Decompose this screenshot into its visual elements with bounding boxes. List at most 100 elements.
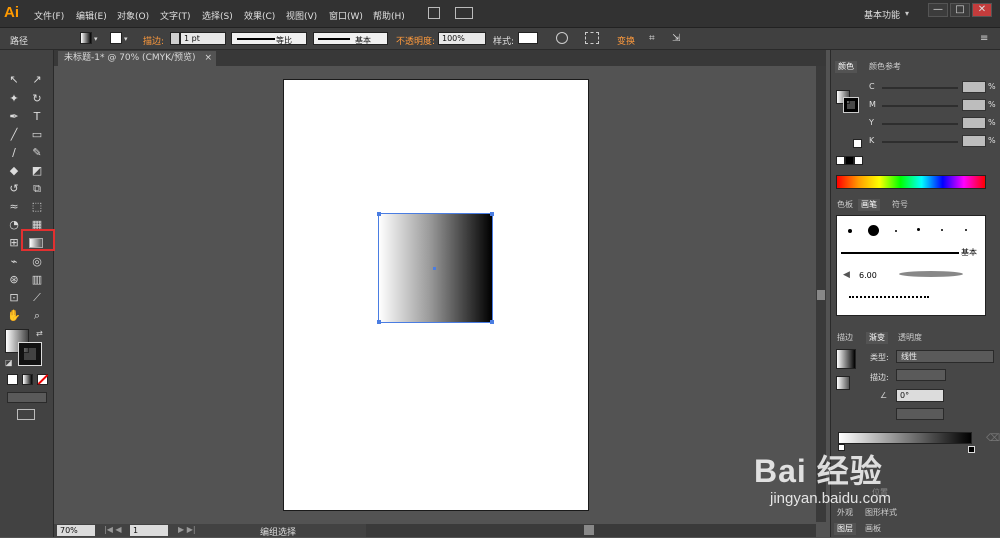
menu-object[interactable]: 对象(O) [117,9,149,22]
stroke-swatch[interactable] [110,32,122,44]
aspect-ratio-field[interactable] [896,408,944,420]
paintbrush-icon[interactable]: ∕ [6,145,22,161]
white-swatch[interactable] [854,156,863,165]
opacity-field[interactable]: 100% [438,32,486,45]
menu-edit[interactable]: 编辑(E) [76,9,107,22]
blob-brush-icon[interactable]: ◆ [6,163,22,179]
tab-layers[interactable]: 图层 [834,523,856,535]
tab-brushes[interactable]: 画笔 [858,199,880,211]
draw-mode-icons[interactable] [7,392,47,403]
graphic-style-swatch[interactable] [518,32,538,44]
align-icon[interactable] [585,32,599,44]
gradient-angle-field[interactable]: 0° [896,389,944,402]
menu-window[interactable]: 窗口(W) [329,9,363,22]
gradient-preview[interactable] [836,349,856,369]
scroll-thumb[interactable] [817,290,825,300]
width-tool-icon[interactable]: ≈ [6,199,22,215]
channel-c-field[interactable] [962,81,986,93]
column-graph-icon[interactable]: ▥ [29,272,45,288]
tab-symbols[interactable]: 符号 [889,199,911,211]
panel-menu-icon[interactable]: ≡ [980,33,988,44]
swap-colors-icon[interactable]: ⇄ [36,329,43,338]
menu-view[interactable]: 视图(V) [286,9,317,22]
blend-tool-icon[interactable]: ◎ [29,254,45,270]
slice-tool-icon[interactable]: ⟋ [29,290,45,306]
anchor-point[interactable] [490,212,494,216]
pattern-brush-stroke[interactable] [849,296,929,302]
black-swatch[interactable] [845,156,854,165]
transform-link[interactable]: 变换 [617,34,635,47]
arrange-documents-icon[interactable] [455,7,473,19]
none-mode-icon[interactable] [37,374,49,385]
menu-help[interactable]: 帮助(H) [373,9,405,22]
tab-color-guide[interactable]: 颜色参考 [866,61,904,73]
isolate-icon[interactable]: ⌗ [649,33,655,44]
mesh-tool-icon[interactable]: ⊞ [6,235,22,251]
symbol-sprayer-icon[interactable]: ⊛ [6,272,22,288]
free-transform-icon[interactable]: ⬚ [29,199,45,215]
hand-tool-icon[interactable]: ✋ [6,308,22,324]
pencil-icon[interactable]: ✎ [29,145,45,161]
stroke-label[interactable]: 描边: [143,34,164,47]
chevron-down-icon[interactable]: ▾ [94,35,98,43]
recolor-icon[interactable] [556,32,568,44]
channel-k-field[interactable] [962,135,986,147]
eyedropper-icon[interactable]: ⌁ [6,254,22,270]
first-page-icon[interactable]: |◀ ◀ [104,525,122,534]
close-button[interactable]: ✕ [972,3,992,17]
rectangle-tool-icon[interactable]: ▭ [29,127,45,143]
magic-wand-icon[interactable]: ✦ [6,91,22,107]
menu-effect[interactable]: 效果(C) [244,9,275,22]
selection-tool-icon[interactable]: ↖ [6,72,22,88]
gradient-type-select[interactable]: 线性 [896,350,994,363]
fill-swatch[interactable] [80,32,92,44]
stroke-weight-stepper[interactable] [170,32,180,45]
gradient-fill-proxy[interactable] [836,376,850,390]
stroke-weight-field[interactable]: 1 pt [180,32,226,45]
lasso-icon[interactable]: ↻ [29,91,45,107]
options-icon[interactable]: ⇲ [672,33,680,44]
default-colors-icon[interactable]: ◪ [5,358,13,367]
maximize-button[interactable]: □ [950,3,970,17]
gradient-slider[interactable] [838,432,972,444]
gradient-stop-black[interactable] [968,446,975,453]
last-color-swatch[interactable] [853,139,862,148]
tab-swatches[interactable]: 色板 [834,199,856,211]
line-tool-icon[interactable]: ╱ [6,127,22,143]
tab-stroke[interactable]: 描边 [834,332,856,344]
menu-file[interactable]: 文件(F) [34,9,64,22]
chevron-down-icon[interactable]: ▾ [905,9,909,18]
channel-y-field[interactable] [962,117,986,129]
channel-y-slider[interactable] [882,123,958,125]
brush-dot[interactable] [917,228,920,231]
pen-tool-icon[interactable]: ✒ [6,109,22,125]
gradient-mode-icon[interactable] [22,374,33,385]
calligraphic-brush-stroke[interactable] [899,271,963,277]
horizontal-scrollbar[interactable] [366,524,816,537]
scroll-thumb[interactable] [584,525,594,535]
anchor-point[interactable] [490,320,494,324]
anchor-point[interactable] [377,212,381,216]
workspace-switcher[interactable]: 基本功能 [864,8,900,21]
rotate-tool-icon[interactable]: ↺ [6,181,22,197]
tab-transparency[interactable]: 透明度 [895,332,925,344]
brush-dot[interactable] [848,229,852,233]
brush-dot[interactable] [941,229,943,231]
anchor-point[interactable] [377,320,381,324]
opacity-label[interactable]: 不透明度: [396,34,435,47]
tab-graphic-styles[interactable]: 图形样式 [862,507,900,519]
next-page-icon[interactable]: ▶ ▶| [178,525,196,534]
chevron-down-icon[interactable]: ▾ [124,35,128,43]
color-mode-icon[interactable] [7,374,18,385]
tab-color[interactable]: 颜色 [835,61,857,73]
zoom-field[interactable]: 70% [57,525,95,536]
document-tab[interactable]: 未标题-1* @ 70% (CMYK/预览) × [58,51,216,66]
tab-artboards[interactable]: 画板 [862,523,884,535]
channel-m-field[interactable] [962,99,986,111]
brush-dot[interactable] [895,230,897,232]
page-field[interactable]: 1 [130,525,168,536]
zoom-tool-icon[interactable]: ⌕ [29,308,45,324]
channel-k-slider[interactable] [882,141,958,143]
tab-appearance[interactable]: 外观 [834,507,856,519]
shape-builder-icon[interactable]: ◔ [6,217,22,233]
